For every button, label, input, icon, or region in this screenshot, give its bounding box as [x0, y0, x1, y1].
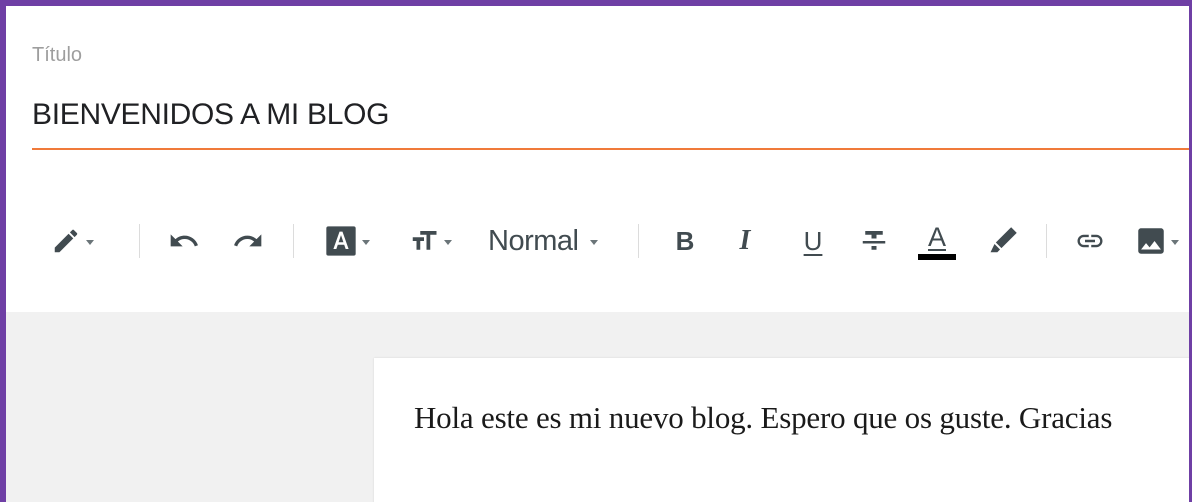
- link-icon: [1075, 226, 1105, 256]
- title-input[interactable]: [32, 98, 1189, 132]
- strikethrough-button[interactable]: [856, 218, 892, 264]
- text-color-button[interactable]: A: [916, 218, 958, 264]
- highlight-color-button[interactable]: [980, 218, 1026, 264]
- underline-label: U: [803, 225, 823, 256]
- pencil-icon: [51, 226, 81, 256]
- italic-label: I: [739, 225, 751, 256]
- undo-button[interactable]: [164, 218, 204, 264]
- bold-label: B: [675, 225, 695, 256]
- formatting-toolbar: Normal B I U A: [6, 196, 1189, 286]
- toolbar-divider: [1046, 224, 1047, 258]
- chevron-down-icon: [361, 240, 370, 245]
- title-underline: [32, 148, 1189, 150]
- editor-page[interactable]: Hola este es mi nuevo blog. Espero que o…: [374, 358, 1189, 502]
- font-icon: [325, 225, 357, 257]
- compose-mode-dropdown[interactable]: [40, 218, 104, 264]
- text-size-icon: [409, 226, 439, 256]
- title-label: Título: [32, 44, 83, 66]
- editor-window: Título BIENVENIDOS A MI BLOG Normal B I …: [0, 0, 1192, 502]
- post-body-text[interactable]: Hola este es mi nuevo blog. Espero que o…: [414, 400, 1112, 436]
- underline-button[interactable]: U: [796, 218, 830, 264]
- redo-button[interactable]: [228, 218, 268, 264]
- highlighter-icon: [986, 224, 1020, 258]
- redo-icon: [232, 225, 264, 257]
- chevron-down-icon: [443, 240, 452, 245]
- italic-button[interactable]: I: [728, 218, 762, 264]
- toolbar-divider: [293, 224, 294, 258]
- paragraph-format-label: Normal: [488, 224, 579, 257]
- strikethrough-icon: [859, 226, 889, 256]
- toolbar-divider: [638, 224, 639, 258]
- text-size-dropdown[interactable]: [402, 218, 458, 264]
- chevron-down-icon: [590, 240, 599, 245]
- text-color-swatch: [918, 253, 956, 260]
- image-icon: [1134, 224, 1168, 258]
- insert-image-dropdown[interactable]: [1134, 218, 1189, 264]
- text-color-label: A: [927, 221, 946, 252]
- editor-canvas: Hola este es mi nuevo blog. Espero que o…: [6, 312, 1189, 502]
- bold-button[interactable]: B: [668, 218, 702, 264]
- chevron-down-icon: [85, 240, 94, 245]
- undo-icon: [168, 225, 200, 257]
- chevron-down-icon: [1171, 240, 1179, 245]
- toolbar-divider: [139, 224, 140, 258]
- paragraph-format-dropdown[interactable]: Normal: [488, 218, 614, 264]
- font-dropdown[interactable]: [318, 218, 376, 264]
- insert-link-button[interactable]: [1070, 218, 1110, 264]
